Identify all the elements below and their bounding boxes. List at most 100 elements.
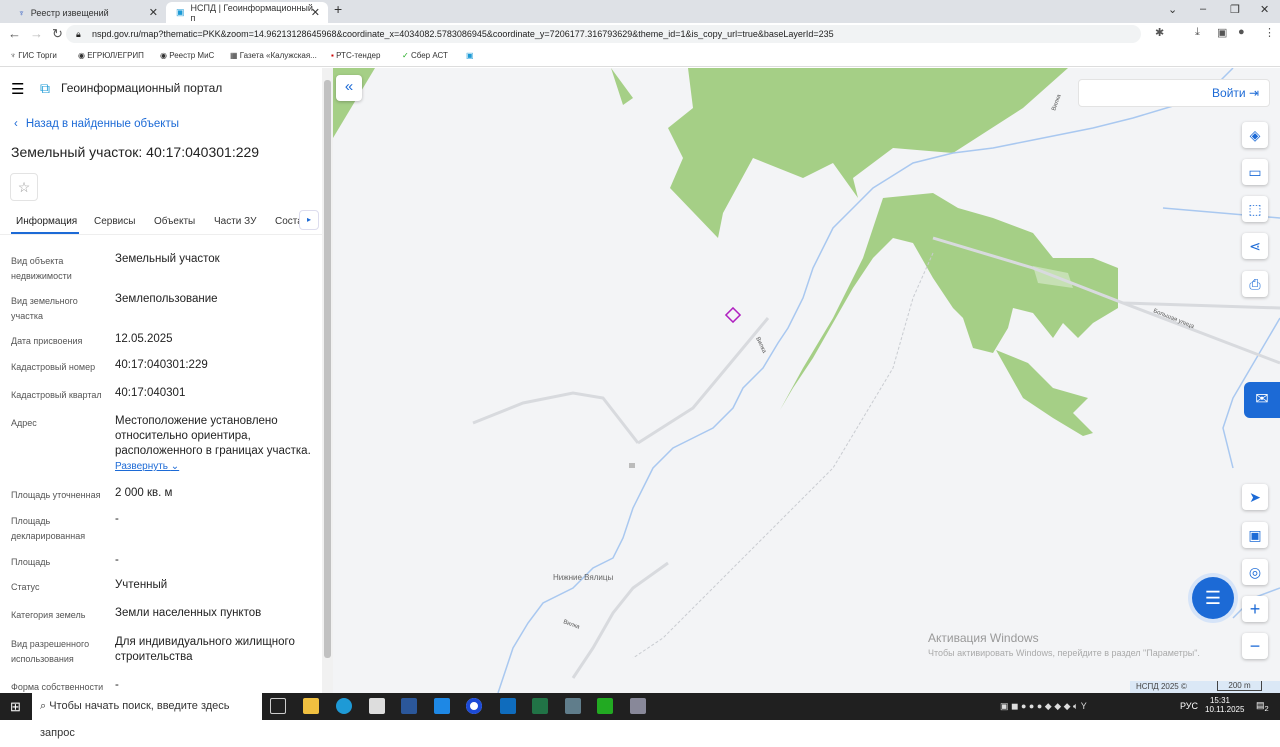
field-value: Земли населенных пунктов <box>115 607 262 619</box>
street-label: Большая улица <box>1152 308 1195 330</box>
restore-button[interactable]: ❐ <box>1230 3 1240 16</box>
login-button[interactable]: Войти ⇥ <box>1078 79 1270 107</box>
tabs-scroll-right-button[interactable]: ▸ <box>299 210 319 230</box>
sidepanel-icon[interactable]: ▣ <box>1217 26 1227 39</box>
url-input[interactable]: 🔒︎ nspd.gov.ru/map?thematic=PKK&zoom=14.9… <box>66 25 1141 43</box>
field-label: Вид земельного участка <box>11 296 78 321</box>
excel-icon[interactable] <box>532 698 548 714</box>
minimap-button[interactable]: ▣ <box>1242 522 1268 548</box>
field-label: Дата присвоения <box>11 336 83 346</box>
mail-icon[interactable] <box>434 698 450 714</box>
bookmark-icon[interactable]: ▣ <box>466 51 474 60</box>
active-tab-indicator <box>11 232 79 234</box>
back-icon[interactable]: ← <box>8 26 21 41</box>
collapse-panel-button[interactable]: « <box>336 75 362 101</box>
bookmark[interactable]: ♆ ГИС Торги <box>10 51 57 60</box>
geolocate-button[interactable]: ➤ <box>1242 484 1268 510</box>
tab-title: НСПД | Геоинформационный п <box>190 2 313 23</box>
field-value: Земельный участок <box>115 253 220 265</box>
bookmarks-bar: ♆ ГИС Торги ◉ ЕГРЮЛ/ЕГРИП ◉ Реестр МиС ▦… <box>0 45 1280 67</box>
edge-icon[interactable] <box>336 698 352 714</box>
tab-title: Реестр извещений <box>30 7 109 18</box>
forest-area <box>996 350 1093 436</box>
start-button[interactable]: ⊞ <box>10 699 21 715</box>
reload-icon[interactable]: ↻ <box>52 26 63 42</box>
task-view-icon[interactable] <box>270 698 286 714</box>
share-button[interactable]: ⋖ <box>1242 233 1268 259</box>
field-value: 2 000 кв. м <box>115 487 173 499</box>
forward-icon[interactable]: → <box>30 26 43 41</box>
notifications-button[interactable]: ▤2 <box>1256 700 1269 713</box>
taskbar-search-input[interactable]: ⌕ Чтобы начать поиск, введите здесь запр… <box>32 693 262 739</box>
feedback-chat-button[interactable]: ✉ <box>1244 382 1280 418</box>
tray-icons[interactable]: ▣ ◼ ● ● ● ◆ ◆ ◆ 🔈︎ Y <box>1000 701 1087 712</box>
tab-services[interactable]: Сервисы <box>94 216 135 227</box>
copyright-text: НСПД 2025 © <box>1136 682 1187 691</box>
bookmark[interactable]: ▦ Газета «Калужская... <box>230 51 317 60</box>
bookmark[interactable]: ✓ Сбер АСТ <box>402 51 448 60</box>
tab-reestr[interactable]: ♆ Реестр извещений ✕ <box>8 2 166 23</box>
chrome-app-icon[interactable] <box>466 698 482 714</box>
download-icon[interactable]: ⤓ <box>1195 26 1200 39</box>
forest-area <box>611 68 633 105</box>
app-house-icon[interactable] <box>597 698 613 714</box>
hamburger-menu-icon[interactable]: ☰ <box>11 80 24 98</box>
panel-scrollbar[interactable] <box>322 68 333 693</box>
explorer-icon[interactable] <box>303 698 319 714</box>
tab-nspd[interactable]: ▣ НСПД | Геоинформационный п ✕ <box>166 2 328 23</box>
bookmark[interactable]: ▪ РТС-тендер <box>331 51 380 60</box>
close-tab-icon[interactable]: ✕ <box>149 6 158 19</box>
field-value: Землепользование <box>115 293 218 305</box>
store-icon[interactable] <box>369 698 385 714</box>
bookmark[interactable]: ◉ Реестр МиС <box>160 51 214 60</box>
tab-objects[interactable]: Объекты <box>154 216 195 227</box>
profile-icon[interactable]: ● <box>1238 26 1245 38</box>
favorite-star-button[interactable]: ☆ <box>10 173 38 201</box>
village-label: Нижние Вялицы <box>553 573 613 582</box>
minimize-button[interactable]: – <box>1200 3 1206 15</box>
activation-watermark-text: Чтобы активировать Windows, перейдите в … <box>928 648 1200 658</box>
tab-search-icon[interactable]: ⌄ <box>1168 3 1177 16</box>
language-indicator[interactable]: РУС <box>1180 701 1198 711</box>
field-label: Площадь <box>11 557 51 567</box>
ruler-button[interactable]: ▭ <box>1242 159 1268 185</box>
tab-parts[interactable]: Части ЗУ <box>214 216 256 227</box>
portal-title: Геоинформационный портал <box>61 81 223 95</box>
building <box>629 463 635 468</box>
map-canvas: Нижние Вялицы Вилка Вилка Вилка Большая … <box>333 68 1280 693</box>
outlook-icon[interactable] <box>500 698 516 714</box>
field-label: Статус <box>11 582 40 592</box>
new-tab-button[interactable]: + <box>334 1 342 17</box>
field-label: Категория земель <box>11 610 86 620</box>
app-icon[interactable] <box>630 698 646 714</box>
print-button[interactable]: ⎙ <box>1242 271 1268 297</box>
back-link[interactable]: ‹ Назад в найденные объекты <box>14 118 179 130</box>
location-search-button[interactable]: ◎ <box>1242 559 1268 585</box>
windows-taskbar: ⊞ ⌕ Чтобы начать поиск, введите здесь за… <box>0 693 1280 739</box>
extensions-icon[interactable]: ✱ <box>1155 26 1164 39</box>
clock[interactable]: 15:31 10.11.2025 <box>1205 696 1244 714</box>
field-value: Учтенный <box>115 579 168 591</box>
word-icon[interactable] <box>401 698 417 714</box>
info-panel: ☰ ⧉ Геоинформационный портал ‹ Назад в на… <box>0 68 322 693</box>
tab-information[interactable]: Информация <box>16 216 77 227</box>
zoom-in-button[interactable]: + <box>1242 596 1268 622</box>
close-window-button[interactable]: ✕ <box>1260 3 1269 16</box>
boundary-line <box>632 252 934 659</box>
select-area-button[interactable]: ⬚ <box>1242 196 1268 222</box>
calculator-icon[interactable] <box>565 698 581 714</box>
bookmark[interactable]: ◉ ЕГРЮЛ/ЕГРИП <box>78 51 144 60</box>
selected-parcel <box>724 306 742 324</box>
river-label: Вилка <box>1051 93 1063 112</box>
zoom-out-button[interactable]: − <box>1242 633 1268 659</box>
scrollbar-thumb[interactable] <box>324 80 331 658</box>
close-tab-icon[interactable]: ✕ <box>311 6 320 19</box>
assistant-chat-button[interactable]: ☰ <box>1192 577 1234 619</box>
expand-address-link[interactable]: Развернуть ⌄ <box>115 461 179 472</box>
menu-icon[interactable]: ⋮ <box>1264 26 1275 39</box>
layers-button[interactable]: ◈ <box>1242 122 1268 148</box>
river-label: Вилка <box>754 336 767 354</box>
url-text: nspd.gov.ru/map?thematic=PKK&zoom=14.962… <box>92 29 834 39</box>
field-value: Местоположение установлено относительно … <box>115 415 311 457</box>
map-view[interactable]: Нижние Вялицы Вилка Вилка Вилка Большая … <box>333 68 1280 693</box>
